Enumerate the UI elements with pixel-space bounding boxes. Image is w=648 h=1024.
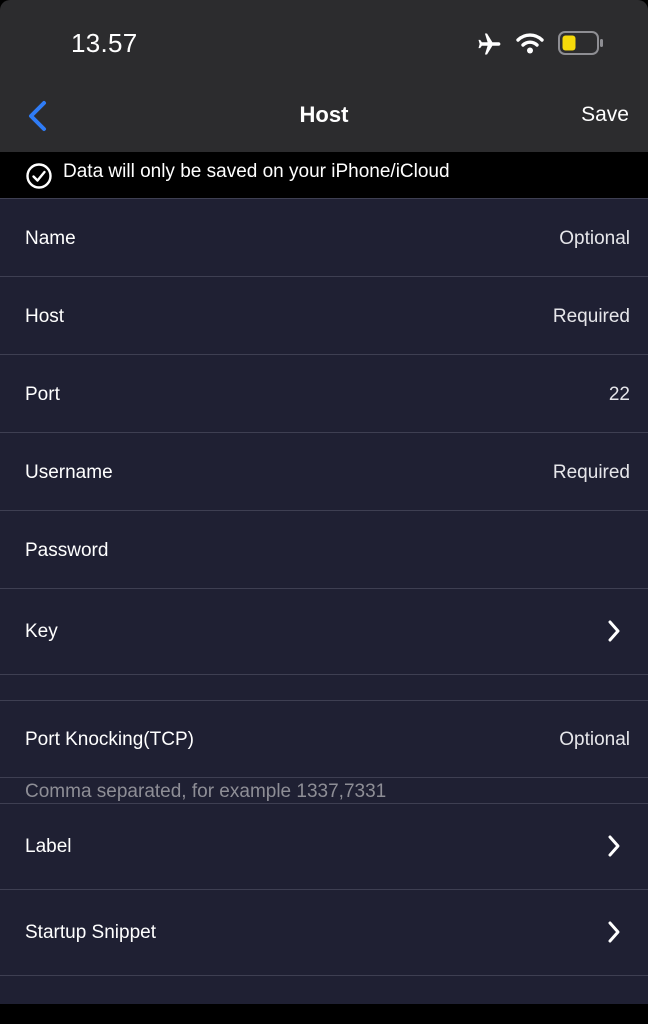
battery-low-icon — [558, 31, 603, 55]
divider — [0, 975, 648, 976]
key-row[interactable]: Key — [0, 589, 648, 674]
host-field-row[interactable]: Host Required — [0, 277, 648, 354]
storage-notice: Data will only be saved on your iPhone/i… — [0, 152, 648, 198]
startup-snippet-row[interactable]: Startup Snippet — [0, 890, 648, 975]
name-input[interactable]: Optional — [559, 228, 630, 250]
password-field-row[interactable]: Password — [0, 511, 648, 588]
username-label: Username — [25, 462, 113, 483]
port-input[interactable]: 22 — [609, 384, 630, 406]
chevron-right-icon — [608, 921, 620, 943]
port-knocking-input[interactable]: Optional — [559, 729, 630, 751]
status-time: 13.57 — [71, 28, 138, 58]
startup-snippet-label: Startup Snippet — [25, 922, 156, 943]
host-form: Name Optional Host Required Port 22 User… — [0, 198, 648, 1004]
airplane-icon — [478, 33, 501, 55]
wifi-icon — [516, 33, 544, 54]
port-label: Port — [25, 384, 60, 405]
name-label: Name — [25, 228, 76, 249]
bottom-bar — [0, 1004, 648, 1024]
label-row-label: Label — [25, 836, 72, 857]
host-label: Host — [25, 306, 65, 327]
username-input[interactable]: Required — [553, 462, 630, 484]
name-field-row[interactable]: Name Optional — [0, 199, 648, 276]
port-field-row[interactable]: Port 22 — [0, 355, 648, 432]
label-row[interactable]: Label — [0, 804, 648, 889]
chevron-right-icon — [608, 620, 620, 642]
port-knocking-field-row[interactable]: Port Knocking(TCP) Optional — [0, 701, 648, 777]
chevron-right-icon — [608, 835, 620, 857]
status-bar: 13.57 — [0, 0, 648, 86]
divider — [0, 777, 648, 778]
key-label: Key — [25, 621, 58, 642]
port-knocking-hint: Comma separated, for example 1337,7331 — [25, 781, 387, 802]
checkmark-circle-icon — [26, 163, 52, 189]
save-button[interactable]: Save — [581, 103, 629, 127]
divider — [0, 674, 648, 675]
host-input[interactable]: Required — [553, 306, 630, 328]
port-knocking-label: Port Knocking(TCP) — [25, 729, 194, 750]
notice-text: Data will only be saved on your iPhone/i… — [63, 161, 450, 182]
page-title: Host — [299, 102, 349, 127]
username-field-row[interactable]: Username Required — [0, 433, 648, 510]
navigation-bar: Host Save — [0, 86, 648, 152]
password-label: Password — [25, 540, 109, 561]
